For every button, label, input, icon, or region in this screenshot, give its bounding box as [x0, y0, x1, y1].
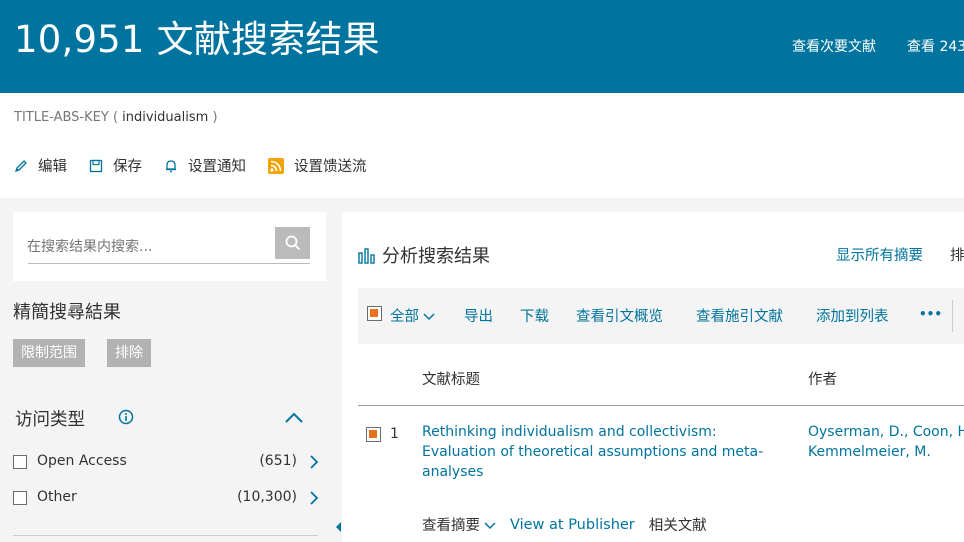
other-checkbox[interactable]: [13, 491, 27, 505]
citation-overview-button[interactable]: 查看引文概览: [576, 305, 663, 326]
select-all-checkbox[interactable]: [367, 306, 382, 321]
chevron-right-icon[interactable]: [309, 454, 319, 470]
query-bar: TITLE-ABS-KEY ( individualism ) 编辑 保存 设置…: [0, 93, 964, 198]
search-within-input[interactable]: [27, 234, 271, 260]
column-header-title[interactable]: 文献标题: [422, 368, 480, 389]
facet-item-label: Other: [37, 489, 77, 505]
info-icon[interactable]: [118, 409, 134, 425]
facet-item-label: Open Access: [37, 453, 127, 469]
save-label: 保存: [113, 159, 142, 175]
view-at-publisher-link[interactable]: View at Publisher: [510, 517, 635, 533]
chevron-down-icon: [423, 312, 435, 320]
result-title-link[interactable]: Rethinking individualism and collectivis…: [422, 422, 792, 482]
save-search-button[interactable]: 保存: [89, 155, 142, 176]
access-type-facet-title: 访问类型: [15, 410, 85, 430]
result-number: 1: [390, 426, 399, 442]
chevron-up-icon[interactable]: [284, 410, 304, 424]
search-query: TITLE-ABS-KEY ( individualism ): [14, 110, 218, 125]
search-within-box: [13, 212, 326, 281]
search-within-button[interactable]: [275, 227, 310, 259]
toolbar-divider: [952, 300, 953, 332]
facet-item-count: (10,300): [237, 489, 297, 505]
analyze-label: 分析搜索结果: [382, 246, 490, 267]
set-feed-button[interactable]: 设置馈送流: [268, 155, 367, 176]
edit-label: 编辑: [38, 159, 67, 175]
limit-to-button[interactable]: 限制范围: [13, 339, 85, 367]
open-access-checkbox[interactable]: [13, 455, 27, 469]
bell-icon: [166, 159, 176, 172]
exclude-button[interactable]: 排除: [107, 339, 151, 367]
view-secondary-documents-link[interactable]: 查看次要文献: [792, 38, 876, 56]
header-divider: [358, 405, 964, 406]
query-open-paren: (: [112, 110, 119, 125]
result-links: 查看摘要 View at Publisher 相关文献: [422, 514, 707, 535]
results-toolbar: 全部 导出 下载 查看引文概览 查看施引文献 添加到列表 •••: [358, 288, 964, 344]
refine-results-title: 精簡搜尋結果: [13, 302, 121, 323]
set-alert-button[interactable]: 设置通知: [164, 155, 246, 176]
edit-search-button[interactable]: 编辑: [14, 155, 67, 176]
result-checkbox[interactable]: [366, 427, 381, 442]
set-alert-label: 设置通知: [188, 159, 246, 175]
add-to-list-button[interactable]: 添加到列表: [816, 305, 889, 326]
view-more-link[interactable]: 查看 243: [907, 38, 964, 56]
bar-chart-icon: [358, 248, 375, 264]
chevron-down-icon: [484, 521, 496, 529]
chevron-right-icon[interactable]: [309, 490, 319, 506]
facet-item-count: (651): [259, 453, 297, 469]
related-documents-link[interactable]: 相关文献: [649, 514, 707, 535]
column-header-authors[interactable]: 作者: [808, 368, 837, 389]
facet-item-open-access: Open Access (651): [13, 452, 323, 474]
select-all-label: 全部: [390, 309, 419, 325]
pencil-icon: [14, 159, 27, 172]
save-icon: [89, 159, 103, 172]
facet-divider: [13, 535, 318, 536]
set-feed-label: 设置馈送流: [294, 159, 367, 175]
rss-feed-icon: [268, 157, 284, 174]
cited-by-button[interactable]: 查看施引文献: [696, 305, 783, 326]
sort-label[interactable]: 排: [950, 244, 964, 265]
facet-item-other: Other (10,300): [13, 488, 323, 510]
export-button[interactable]: 导出: [464, 305, 493, 326]
more-options-button[interactable]: •••: [919, 307, 942, 321]
download-button[interactable]: 下载: [520, 305, 549, 326]
result-authors-link[interactable]: Oyserman, D., Coon, H. Kemmelmeier, M.: [808, 422, 964, 462]
results-panel: 分析搜索结果 显示所有摘要 排 全部 导出 下载 查看引文概览 查看施引文献 添…: [342, 212, 964, 542]
query-close-paren: ): [212, 110, 218, 125]
search-input-underline: [28, 263, 310, 264]
select-all-dropdown[interactable]: 全部: [390, 305, 435, 326]
search-icon: [285, 235, 300, 251]
view-abstract-label: 查看摘要: [422, 518, 480, 534]
results-count-title: 10,951 文献搜索结果: [14, 18, 380, 61]
query-keyword: individualism: [122, 110, 209, 125]
analyze-results-link[interactable]: 分析搜索结果: [358, 242, 490, 268]
view-abstract-toggle[interactable]: 查看摘要: [422, 514, 496, 535]
query-field: TITLE-ABS-KEY: [14, 110, 109, 125]
show-all-abstracts-link[interactable]: 显示所有摘要: [836, 244, 923, 265]
results-header: 10,951 文献搜索结果 查看次要文献 查看 243: [0, 0, 964, 93]
search-actions: 编辑 保存 设置通知 设置馈送流: [14, 155, 389, 176]
